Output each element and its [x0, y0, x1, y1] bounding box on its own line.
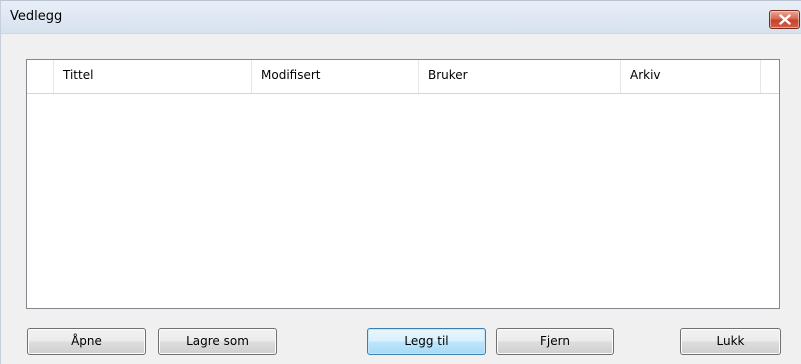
column-label-archive: Arkiv: [630, 68, 661, 82]
window-title: Vedlegg: [10, 9, 63, 24]
list-header: Tittel Modifisert Bruker Arkiv: [27, 60, 779, 94]
attachments-list[interactable]: Tittel Modifisert Bruker Arkiv: [26, 59, 780, 309]
title-bar[interactable]: Vedlegg: [1, 1, 801, 34]
column-header-title[interactable]: Tittel: [54, 60, 252, 93]
column-header-user[interactable]: Bruker: [419, 60, 621, 93]
column-label-title: Tittel: [63, 68, 94, 82]
open-button[interactable]: Åpne: [27, 328, 146, 355]
column-header-filler: [761, 60, 779, 93]
add-button[interactable]: Legg til: [367, 328, 486, 355]
close-button[interactable]: Lukk: [680, 328, 781, 355]
column-label-user: Bruker: [428, 68, 468, 82]
window-close-button[interactable]: [769, 10, 800, 29]
remove-button[interactable]: Fjern: [496, 328, 614, 355]
close-x-icon: [779, 14, 791, 25]
attachments-dialog: Vedlegg Tittel Modifisert Bruker Arkiv Å…: [0, 0, 801, 364]
save-as-button[interactable]: Lagre som: [158, 328, 277, 355]
column-label-modified: Modifisert: [261, 68, 321, 82]
column-header-modified[interactable]: Modifisert: [252, 60, 419, 93]
column-header-select[interactable]: [27, 60, 54, 93]
column-header-archive[interactable]: Arkiv: [621, 60, 761, 93]
